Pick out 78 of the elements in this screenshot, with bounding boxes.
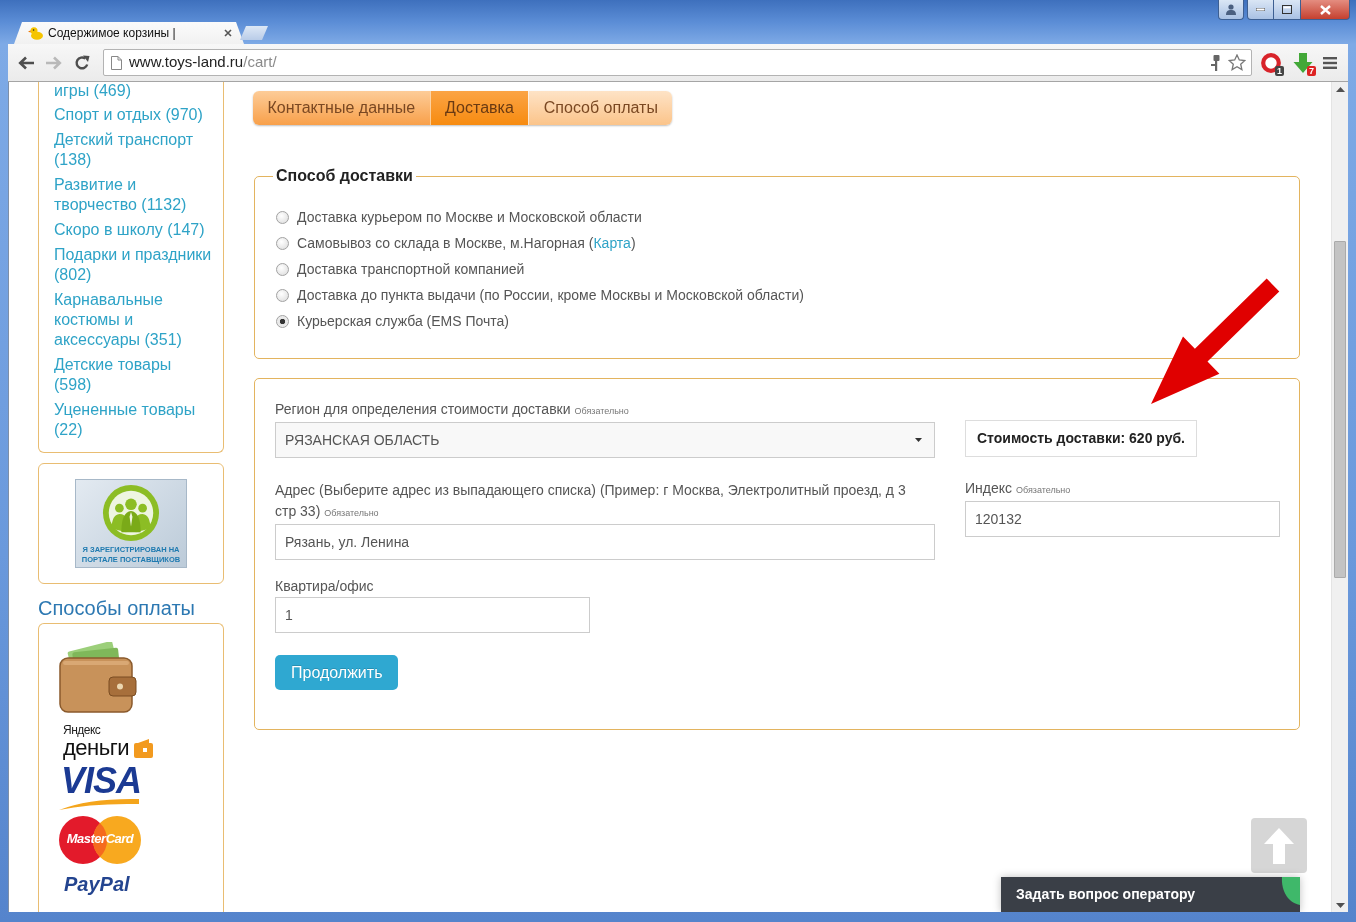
radio-button[interactable] <box>276 236 289 250</box>
field-label: Адрес (Выберите адрес из выпадающего списка) (Пример: г Москва, Электролитный проезд, д 3 стр 33) Обязательно <box>275 481 907 521</box>
category-link[interactable]: Спорт и отдых (970) <box>54 105 213 125</box>
extension-button[interactable]: 7 <box>1288 48 1318 77</box>
region-dropdown[interactable]: РЯЗАНСКАЯ ОБЛАСТЬ <box>275 422 935 458</box>
close-icon <box>1319 4 1331 15</box>
maximize-button[interactable] <box>1274 0 1301 20</box>
checkout-tab[interactable]: Контактные данные <box>253 91 430 125</box>
person-icon <box>1226 4 1236 15</box>
radio-button[interactable] <box>276 314 289 328</box>
close-window-button[interactable] <box>1301 0 1350 20</box>
category-link[interactable]: Уцененные товары (22) <box>54 400 213 440</box>
notification-count: 7 <box>1307 65 1316 76</box>
yandex-logo-text: Яндекс <box>63 724 101 737</box>
ring-icon <box>1261 52 1281 73</box>
postcode-field[interactable]: 120132 <box>965 501 1280 537</box>
field-label: Регион для определения стоимости доставки Обязательно <box>275 400 629 419</box>
category-link[interactable]: Подарки и праздники (802) <box>54 245 213 285</box>
field-label: Квартира/офис <box>275 577 374 596</box>
category-link[interactable]: игры (469) <box>54 82 213 100</box>
reload-icon <box>74 54 90 71</box>
wallet-icon <box>59 642 137 713</box>
category-link[interactable]: Детские товары (598) <box>54 355 213 395</box>
key-icon[interactable] <box>1211 54 1220 71</box>
minimize-button[interactable] <box>1247 0 1274 20</box>
page-icon <box>111 55 122 70</box>
option-label[interactable]: Доставка транспортной компанией <box>297 258 525 280</box>
close-icon[interactable] <box>224 29 232 37</box>
leaf-icon <box>1280 877 1300 905</box>
scrollbar-thumb[interactable] <box>1334 241 1346 578</box>
section-legend: Способ доставки <box>273 167 416 185</box>
option-label[interactable]: Курьерская служба (EMS Почта) <box>297 310 509 332</box>
address-field[interactable]: Рязань, ул. Ленина <box>275 524 935 560</box>
delivery-cost: Стоимость доставки: 620 руб. <box>965 420 1197 457</box>
people-icon <box>102 484 160 542</box>
purse-icon <box>134 739 153 758</box>
back-arrow-icon <box>18 55 34 70</box>
money-logo-text: деньги <box>63 737 129 758</box>
scrollbar-track[interactable] <box>1331 82 1348 912</box>
star-icon[interactable] <box>1228 54 1246 71</box>
field-label: Индекс Обязательно <box>965 479 1071 498</box>
category-link[interactable]: Скоро в школу (147) <box>54 220 213 240</box>
paypal-logo: PayPal <box>64 873 130 895</box>
profile-button[interactable] <box>1218 0 1244 20</box>
scroll-up-arrow-icon[interactable] <box>1335 87 1345 92</box>
arrow-up-icon <box>1264 827 1294 864</box>
maximize-icon <box>1282 5 1292 14</box>
scroll-down-arrow-icon[interactable] <box>1335 903 1345 908</box>
radio-button[interactable] <box>276 288 289 302</box>
continue-button[interactable]: Продолжить <box>275 655 399 690</box>
extension-button[interactable]: 1 <box>1256 48 1286 77</box>
ask-operator-button[interactable]: Задать вопрос оператору <box>1001 877 1300 912</box>
option-label[interactable]: Доставка до пункта выдачи (по России, кроме Москвы и Московской области) <box>297 284 804 306</box>
map-link[interactable]: Карта <box>593 234 631 251</box>
browser-tab[interactable]: Содержимое корзины | <box>14 22 244 44</box>
category-link[interactable]: Карнавальные костюмы и аксессуары (351) <box>54 290 213 350</box>
option-label[interactable]: Самовывоз со склада в Москве, м.Нагорная (Карта) <box>297 232 636 254</box>
minimize-icon <box>1256 8 1265 11</box>
apartment-field[interactable]: 1 <box>275 597 590 633</box>
checkout-tab[interactable]: Способ оплаты <box>528 91 673 125</box>
category-link[interactable]: Детский транспорт (138) <box>54 130 213 170</box>
section-heading: Способы оплаты <box>38 597 196 619</box>
duck-icon <box>28 26 43 40</box>
forward-arrow-icon <box>46 55 62 70</box>
visa-logo: VISA <box>61 765 142 797</box>
option-label[interactable]: Доставка курьером по Москве и Московской области <box>297 206 642 228</box>
swoosh-icon <box>59 798 139 810</box>
checkout-tab[interactable]: Доставка <box>429 91 529 125</box>
mastercard-logo-text: MasterCard <box>65 830 135 848</box>
address-bar[interactable]: www.toys-land.ru/cart/ <box>103 49 1252 76</box>
overlapping-circles-icon <box>59 816 141 864</box>
radio-button[interactable] <box>276 262 289 276</box>
caret-icon <box>915 438 922 442</box>
radio-button[interactable] <box>276 210 289 224</box>
menu-icon <box>1323 56 1337 69</box>
category-link[interactable]: Развитие и творчество (1132) <box>54 175 213 215</box>
notification-count: 1 <box>1275 65 1284 76</box>
download-arrow-icon <box>1293 52 1313 73</box>
